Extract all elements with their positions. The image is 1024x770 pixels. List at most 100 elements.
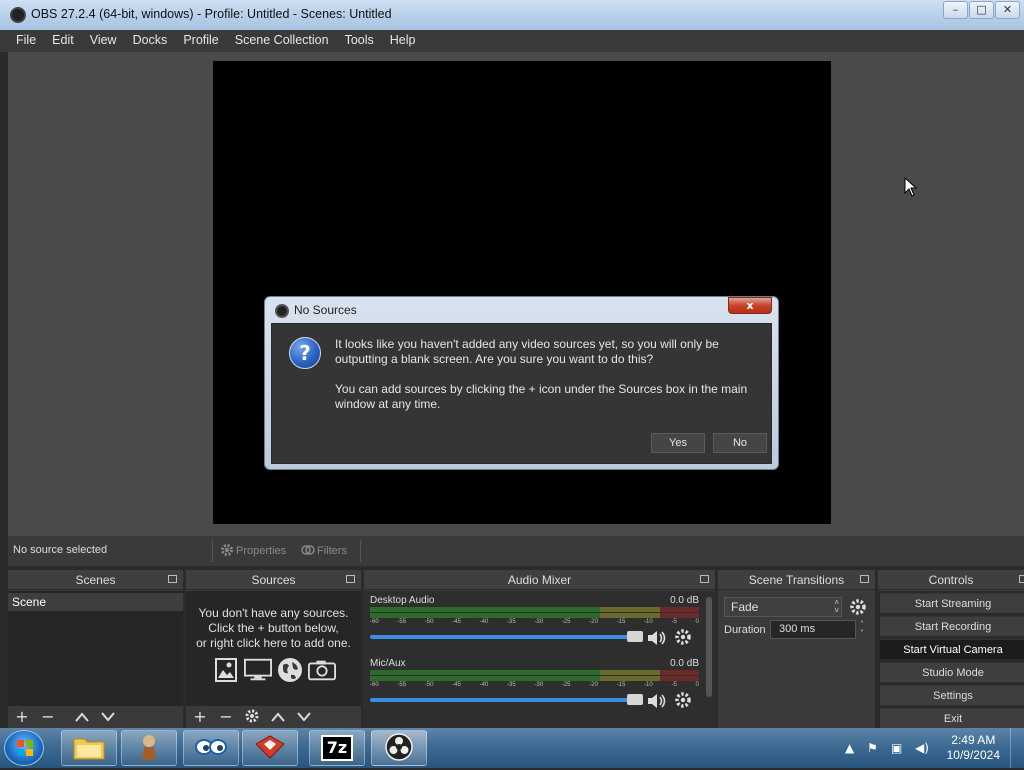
speaker-icon[interactable] [646,691,668,711]
taskbar-clock[interactable]: 2:49 AM 10/9/2024 [947,733,1000,763]
studio-mode-button[interactable]: Studio Mode [880,662,1024,682]
clock-time: 2:49 AM [951,733,996,747]
menu-scene-collection[interactable]: Scene Collection [227,30,337,52]
transition-gear-icon[interactable] [849,598,867,619]
duration-spinner-icon[interactable]: ˄ ˅ [856,620,868,639]
move-up-icon[interactable] [74,709,90,725]
menu-profile[interactable]: Profile [175,30,226,52]
no-button[interactable]: No [713,433,767,453]
volume-meter [370,607,699,612]
start-recording-button[interactable]: Start Recording [880,616,1024,636]
tick-label: -40 [479,682,489,688]
scenes-list[interactable]: Scene [8,591,183,706]
move-down-icon[interactable] [296,709,312,725]
filters-button[interactable]: Filters [301,541,347,561]
show-desktop-button[interactable] [1010,728,1024,768]
maximize-button[interactable]: □ [969,1,994,19]
add-source-icon[interactable]: + [192,709,208,725]
tick-label: -50 [424,619,434,625]
properties-button[interactable]: Properties [220,541,286,561]
volume-slider[interactable] [370,631,643,642]
toolbar-divider [212,540,213,562]
tick-label: -55 [397,682,407,688]
taskbar-app-3[interactable] [183,730,239,766]
volume-tray-icon[interactable]: ◀) [915,741,929,755]
sources-list[interactable]: You don't have any sources. Click the + … [186,591,361,706]
transitions-body: Fade ˄ ˅ Duration 300 ms ˄ ˅ [718,591,875,728]
channel-level: 0.0 dB [670,595,699,606]
minimize-button[interactable]: – [943,1,968,19]
taskbar-app-2[interactable] [121,730,177,766]
image-icon [212,657,240,683]
taskbar-explorer[interactable] [61,730,117,766]
channel-name: Mic/Aux [370,658,406,669]
transition-selected: Fade [731,600,759,614]
sources-empty-message: You don't have any sources. Click the + … [186,606,361,651]
menu-docks[interactable]: Docks [125,30,176,52]
menu-tools[interactable]: Tools [337,30,382,52]
tick-label: -45 [452,682,461,688]
scrollbar-thumb[interactable] [706,597,712,697]
duration-input[interactable]: 300 ms [770,620,856,639]
undock-icon[interactable] [860,575,869,583]
start-streaming-button[interactable]: Start Streaming [880,593,1024,613]
taskbar-app-4[interactable] [242,730,298,766]
yes-button[interactable]: Yes [651,433,705,453]
add-scene-icon[interactable]: + [14,709,30,725]
empty-line-3: or right click here to add one. [196,636,351,650]
gear-icon[interactable] [674,691,692,709]
scene-list-item[interactable]: Scene [8,593,183,611]
taskbar-obs[interactable] [371,730,427,766]
taskbar-7zip[interactable]: 7z [309,730,365,766]
settings-button[interactable]: Settings [880,685,1024,705]
action-center-flag-icon[interactable]: ⚑ [867,741,878,755]
undock-icon[interactable] [346,575,355,583]
meter-ticks: -60 -55 -50 -45 -40 -35 -30 -25 -20 -15 -10 -5 0 [370,682,699,690]
start-virtual-camera-button[interactable]: Start Virtual Camera [880,639,1024,659]
menu-file[interactable]: File [8,30,44,52]
show-hidden-icons[interactable]: ▲ [845,741,854,755]
chess-piece-icon [134,732,164,765]
tick-label: -45 [452,619,461,625]
transition-select[interactable]: Fade ˄ ˅ [724,597,842,617]
tick-label: -35 [507,619,516,625]
duration-label: Duration [724,624,766,636]
audio-mixer-dock: Audio Mixer Desktop Audio 0.0 dB -60 -55 -… [364,570,715,728]
tick-label: -60 [370,619,379,625]
move-up-icon[interactable] [270,709,286,725]
start-button[interactable] [4,730,44,766]
network-icon[interactable]: ▣ [891,741,902,755]
audio-mixer-title: Audio Mixer [507,573,572,587]
volume-slider[interactable] [370,694,643,705]
volume-meter [370,670,699,675]
menu-edit[interactable]: Edit [44,30,82,52]
undock-icon[interactable] [168,575,177,583]
mixer-scrollbar[interactable] [705,595,713,724]
remove-source-icon[interactable]: − [218,709,234,725]
slider-handle[interactable] [627,631,643,642]
undock-icon[interactable] [1019,575,1024,583]
tick-label: -10 [644,619,653,625]
speaker-icon[interactable] [646,628,668,648]
remove-scene-icon[interactable]: − [40,709,56,725]
undock-icon[interactable] [700,575,709,583]
menubar: File Edit View Docks Profile Scene Colle… [0,30,1024,52]
dialog-close-button[interactable]: x [728,297,772,314]
channel-level: 0.0 dB [670,658,699,669]
close-button[interactable]: ✕ [995,1,1020,19]
scene-transitions-title: Scene Transitions [748,573,845,587]
gear-icon[interactable] [674,628,692,646]
tick-label: -30 [534,682,544,688]
properties-label: Properties [236,545,287,557]
mixer-channels: Desktop Audio 0.0 dB -60 -55 -50 -45 -40 -35-… [364,591,715,728]
sources-dock-title: Sources [186,570,361,590]
slider-handle[interactable] [627,694,643,705]
menu-view[interactable]: View [82,30,125,52]
scenes-title: Scenes [75,573,116,587]
tick-label: -60 [370,682,379,688]
move-down-icon[interactable] [100,709,116,725]
source-settings-icon[interactable] [244,708,260,727]
tick-label: -20 [589,682,598,688]
menu-help[interactable]: Help [382,30,424,52]
exit-button[interactable]: Exit [880,708,1024,728]
